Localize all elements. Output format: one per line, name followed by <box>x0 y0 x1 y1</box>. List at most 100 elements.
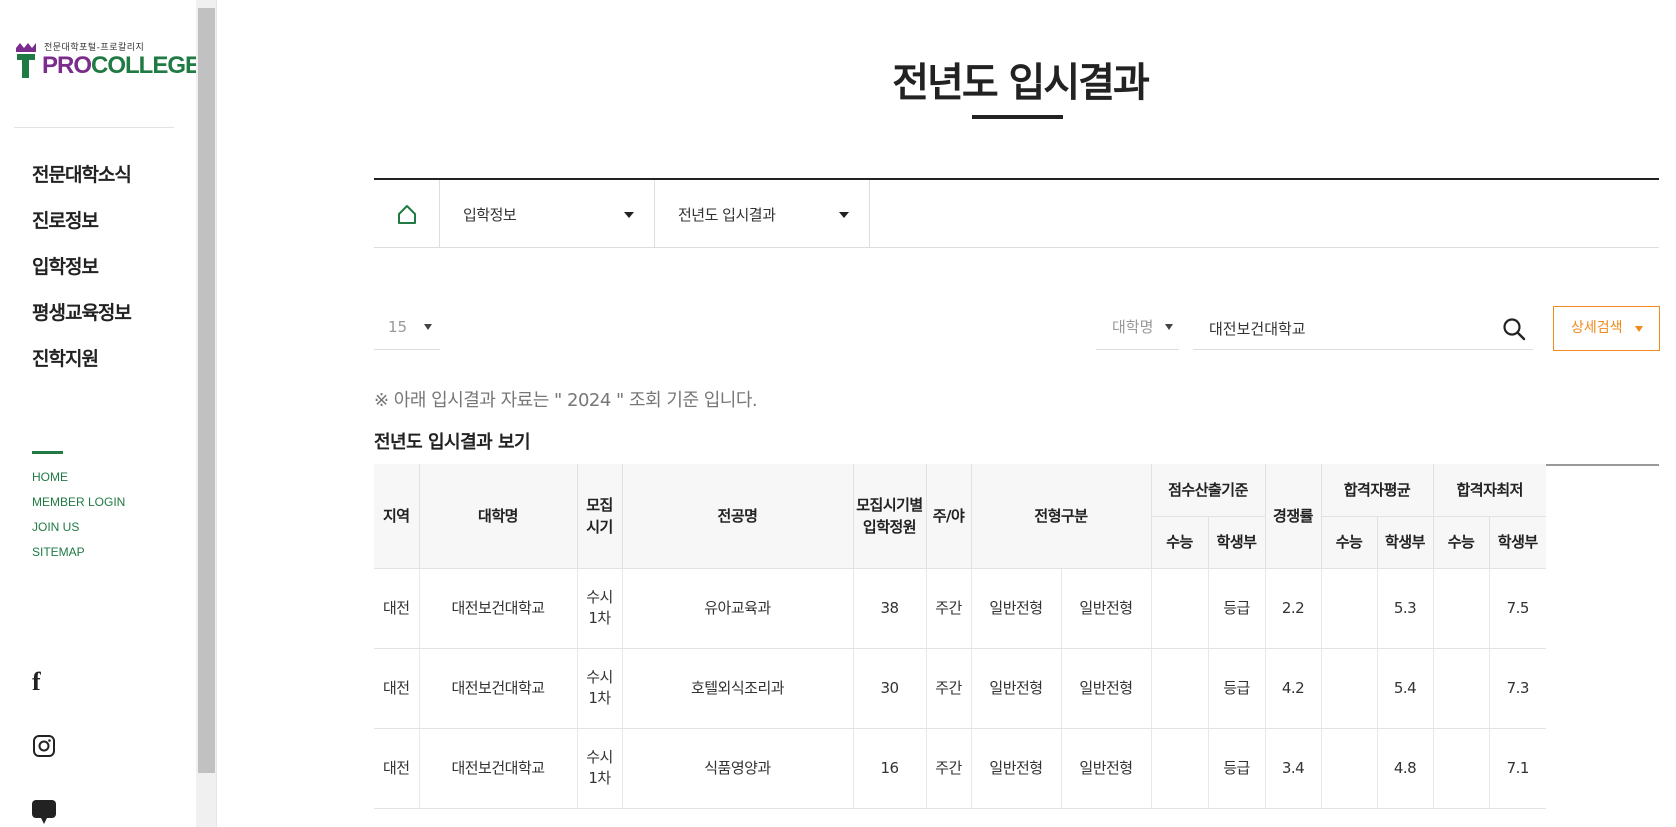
logo-mark-icon <box>16 43 36 78</box>
cell-major: 식품영양과 <box>622 728 854 809</box>
breadcrumb: 입학정보 전년도 입시결과 <box>374 178 1659 248</box>
table-row[interactable]: 대전 대전보건대학교 수시 1차 호텔외식조리과 30 주간 일반전형 일반전형 … <box>374 648 1546 729</box>
cell-period-line2: 1차 <box>588 769 611 787</box>
breadcrumb-dropdown-results[interactable]: 전년도 입시결과 <box>655 180 870 248</box>
cell-competition: 3.4 <box>1265 728 1322 809</box>
cell-avg-suneung <box>1321 648 1378 729</box>
cell-basis-suneung <box>1151 728 1209 809</box>
cell-avg-record: 4.8 <box>1377 728 1434 809</box>
col-header-daynight: 주/야 <box>926 464 972 569</box>
search-icon[interactable] <box>1501 316 1527 342</box>
col-header-period-line1: 모집 <box>586 495 613 514</box>
sidebar-item-admission-support[interactable]: 진학지원 <box>32 346 131 392</box>
caret-down-icon <box>1165 324 1173 330</box>
instagram-icon[interactable] <box>32 734 56 758</box>
facebook-icon[interactable]: f <box>32 669 41 695</box>
cell-type1: 일반전형 <box>971 648 1062 729</box>
cell-basis-suneung <box>1151 648 1209 729</box>
breadcrumb-label: 전년도 입시결과 <box>678 205 776 224</box>
sidebar-item-admission[interactable]: 입학정보 <box>32 254 131 300</box>
logo-pro-text: PRO <box>42 52 92 79</box>
col-header-admission-type: 전형구분 <box>971 464 1152 569</box>
cell-min-suneung <box>1433 568 1490 649</box>
caret-down-icon <box>624 212 634 218</box>
cell-daynight: 주간 <box>926 648 972 729</box>
home-icon <box>397 205 416 224</box>
sidebar-item-lifelong-education[interactable]: 평생교육정보 <box>32 300 132 346</box>
col-header-quota-line2: 입학정원 <box>862 517 917 536</box>
blog-icon[interactable] <box>32 800 56 826</box>
sidebar-item-news[interactable]: 전문대학소식 <box>32 162 132 208</box>
cell-period: 수시 1차 <box>577 728 623 809</box>
cell-type2: 일반전형 <box>1061 648 1152 729</box>
col-header-basis-record: 학생부 <box>1208 516 1266 569</box>
cell-avg-suneung <box>1321 568 1378 649</box>
col-header-region: 지역 <box>374 464 420 569</box>
section-title: 전년도 입시결과 보기 <box>374 432 531 453</box>
cell-region: 대전 <box>374 728 420 809</box>
col-header-avg-record: 학생부 <box>1377 516 1434 569</box>
cell-min-record: 7.5 <box>1489 568 1546 649</box>
cell-basis-record: 등급 <box>1208 728 1266 809</box>
cell-university: 대전보건대학교 <box>419 568 578 649</box>
cell-region: 대전 <box>374 568 420 649</box>
search-type-select[interactable]: 대학명 <box>1096 308 1179 350</box>
cell-type2: 일반전형 <box>1061 728 1152 809</box>
cell-daynight: 주간 <box>926 568 972 649</box>
per-page-select[interactable]: 15 <box>374 308 440 350</box>
caret-down-icon <box>424 324 432 330</box>
cell-type2: 일반전형 <box>1061 568 1152 649</box>
col-header-average: 합격자평균 <box>1321 464 1434 517</box>
cell-min-record: 7.3 <box>1489 648 1546 729</box>
cell-quota: 30 <box>853 648 927 729</box>
title-underline <box>972 115 1063 119</box>
sitemap-link[interactable]: SITEMAP <box>32 544 125 569</box>
cell-avg-record: 5.4 <box>1377 648 1434 729</box>
per-page-value: 15 <box>388 318 408 336</box>
cell-min-suneung <box>1433 728 1490 809</box>
member-login-link[interactable]: MEMBER LOGIN <box>32 494 125 519</box>
join-us-link[interactable]: JOIN US <box>32 519 125 544</box>
cell-basis-suneung <box>1151 568 1209 649</box>
cell-period-line1: 수시 <box>586 668 613 686</box>
col-header-score-basis: 점수산출기준 <box>1151 464 1266 517</box>
cell-period: 수시 1차 <box>577 568 623 649</box>
search-input[interactable] <box>1193 308 1483 348</box>
col-header-quota-line1: 모집시기별 <box>856 495 923 514</box>
cell-major: 유아교육과 <box>622 568 854 649</box>
col-header-period: 모집 시기 <box>577 464 623 569</box>
col-header-min-record: 학생부 <box>1489 516 1546 569</box>
table-row[interactable]: 대전 대전보건대학교 수시 1차 유아교육과 38 주간 일반전형 일반전형 등급… <box>374 568 1546 649</box>
cell-daynight: 주간 <box>926 728 972 809</box>
home-link[interactable]: HOME <box>32 469 125 494</box>
col-header-basis-suneung: 수능 <box>1151 516 1209 569</box>
procollege-logo[interactable]: 전문대학포털-프로칼리지 PROCOLLEGE <box>14 40 201 84</box>
breadcrumb-dropdown-admission[interactable]: 입학정보 <box>440 180 655 248</box>
col-header-competition: 경쟁률 <box>1265 464 1322 569</box>
cell-major: 호텔외식조리과 <box>622 648 854 729</box>
cell-period-line2: 1차 <box>588 609 611 627</box>
cell-competition: 4.2 <box>1265 648 1322 729</box>
utility-links: HOME MEMBER LOGIN JOIN US SITEMAP <box>32 469 125 569</box>
caret-down-icon <box>1635 326 1643 332</box>
breadcrumb-label: 입학정보 <box>463 205 517 224</box>
logo-college-text: COLLEGE <box>91 52 201 79</box>
cell-competition: 2.2 <box>1265 568 1322 649</box>
col-header-major: 전공명 <box>622 464 854 569</box>
cell-period-line1: 수시 <box>586 588 613 606</box>
caret-down-icon <box>839 212 849 218</box>
cell-university: 대전보건대학교 <box>419 728 578 809</box>
results-table: 지역 대학명 모집 시기 전공명 모집시기별 입학정원 주/야 전형구분 점수산출기… <box>374 464 1546 809</box>
sidebar-scrollbar-thumb[interactable] <box>198 8 215 773</box>
logo-wordmark: PROCOLLEGE <box>42 52 201 80</box>
sidebar-item-career[interactable]: 진로정보 <box>32 208 131 254</box>
page-title: 전년도 입시결과 <box>892 60 1150 106</box>
cell-min-suneung <box>1433 648 1490 729</box>
breadcrumb-home[interactable] <box>374 180 440 248</box>
cell-type1: 일반전형 <box>971 728 1062 809</box>
table-row[interactable]: 대전 대전보건대학교 수시 1차 식품영양과 16 주간 일반전형 일반전형 등급… <box>374 728 1546 809</box>
cell-min-record: 7.1 <box>1489 728 1546 809</box>
sidebar: 전문대학포털-프로칼리지 PROCOLLEGE 전문대학소식 진로정보 입학정보… <box>0 0 201 827</box>
detail-search-button[interactable]: 상세검색 <box>1553 306 1660 351</box>
notice-text: ※ 아래 입시결과 자료는 " 2024 " 조회 기준 입니다. <box>374 390 758 411</box>
